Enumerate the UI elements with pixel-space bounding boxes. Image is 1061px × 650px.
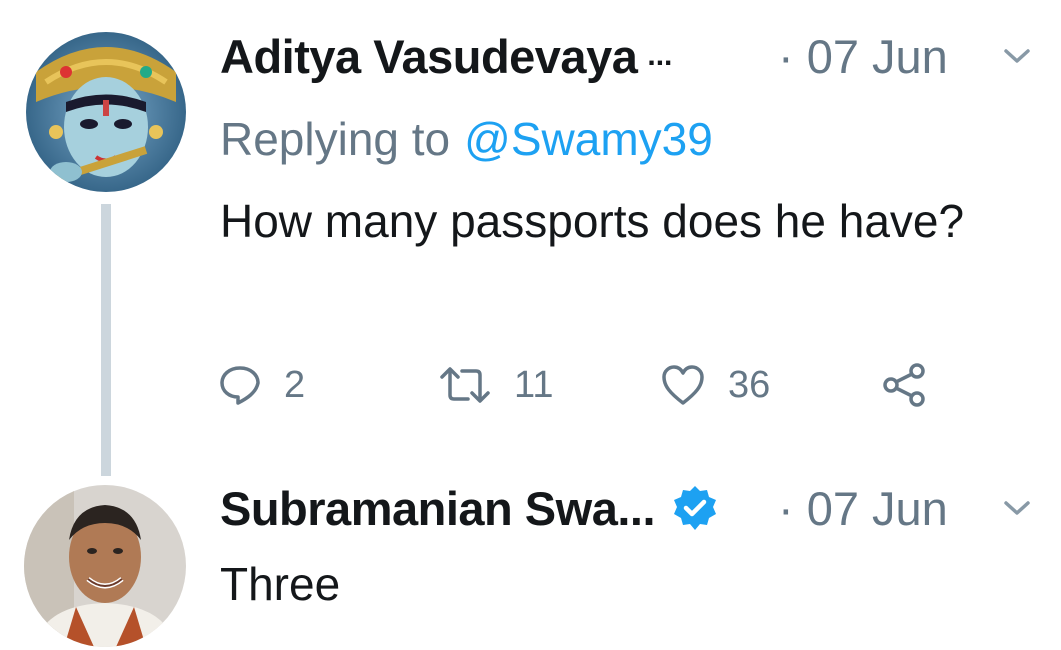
share-nodes-icon (883, 363, 925, 407)
tweet-date[interactable]: · 07 Jun (778, 478, 948, 538)
heart-icon (662, 365, 704, 405)
author-name[interactable]: Subramanian Swa... (220, 481, 656, 536)
avatar-subramanian-swamy[interactable] (24, 485, 186, 647)
retweet-button[interactable]: 11 (438, 357, 553, 413)
replying-to-label: Replying to (220, 113, 451, 165)
chevron-down-icon[interactable] (1002, 498, 1032, 518)
like-button[interactable]: 36 (660, 357, 770, 413)
like-count: 36 (728, 363, 771, 406)
replying-to-handle-link[interactable]: @Swamy39 (464, 112, 713, 166)
avatar-aditya-vasudevaya[interactable] (26, 32, 186, 192)
avatar-image (24, 485, 186, 647)
tweet-text: Three (220, 558, 341, 610)
thread-connector-line (101, 204, 111, 476)
chevron-down-icon[interactable] (1002, 46, 1032, 66)
tweet-date[interactable]: · 07 Jun (778, 26, 948, 86)
reply-button[interactable]: 2 (218, 357, 305, 413)
avatar-image (26, 32, 186, 192)
share-button[interactable] (880, 357, 930, 413)
tweet-text: How many passports does he have? (220, 195, 965, 247)
retweet-count: 11 (514, 363, 554, 406)
name-ellipsis: ... (647, 39, 673, 72)
tweet-1-header: Aditya Vasudevaya ... (220, 26, 672, 86)
replying-to-line: Replying to @Swamy39 (220, 110, 713, 168)
verified-badge-icon (674, 486, 717, 530)
retweet-arrows-icon (440, 367, 490, 403)
reply-count: 2 (284, 363, 306, 406)
author-name[interactable]: Aditya Vasudevaya (220, 29, 638, 84)
tweet-actions-bar: 2 11 36 (218, 357, 1018, 413)
tweet-2-header: Subramanian Swa... (220, 478, 719, 538)
speech-bubble-icon (220, 366, 260, 405)
